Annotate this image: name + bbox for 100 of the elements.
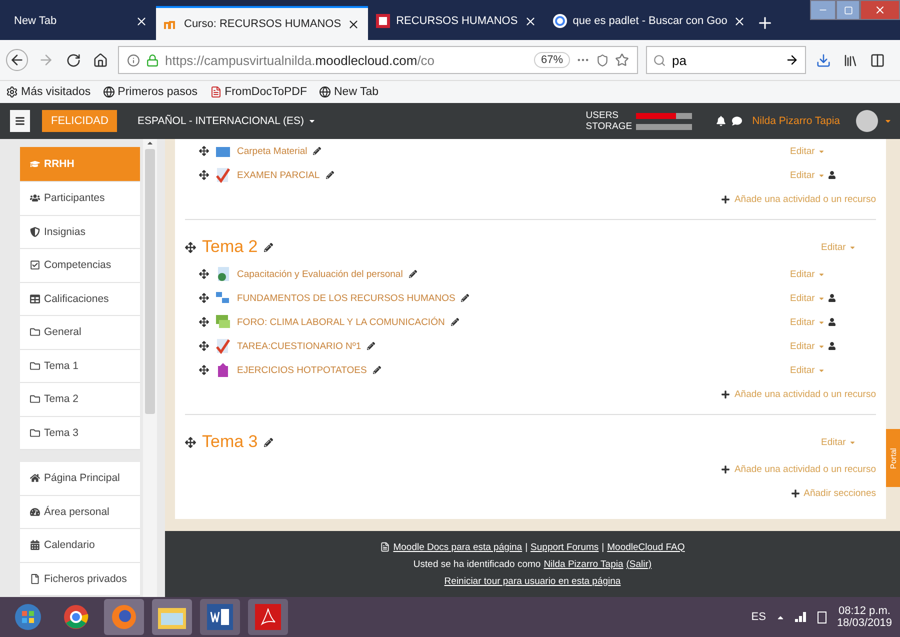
language-menu[interactable]: ESPAÑOL - INTERNACIONAL (ES) bbox=[137, 115, 316, 127]
sidebar-item[interactable]: General bbox=[20, 316, 140, 350]
caret-icon bbox=[818, 148, 825, 154]
separator: | bbox=[525, 542, 528, 552]
sidebar-item[interactable]: Calendario bbox=[20, 529, 140, 562]
pencil-icon[interactable] bbox=[367, 342, 376, 350]
scrollbar[interactable] bbox=[143, 139, 157, 597]
move-icon[interactable] bbox=[199, 269, 209, 279]
folder-icon bbox=[30, 327, 40, 338]
chat-icon[interactable] bbox=[732, 116, 742, 126]
meter-label: USERS bbox=[586, 110, 620, 121]
sidebar-item[interactable]: Tema 3 bbox=[20, 416, 140, 450]
browser-ball-icon bbox=[63, 604, 89, 630]
menu-button[interactable] bbox=[10, 110, 30, 132]
browser-tab[interactable]: Curso: RECURSOS HUMANOS bbox=[156, 6, 368, 40]
pencil-icon[interactable] bbox=[313, 147, 322, 155]
pencil-icon[interactable] bbox=[264, 242, 273, 252]
go-arrow-icon[interactable] bbox=[785, 53, 799, 67]
folder-icon bbox=[158, 605, 186, 629]
folder-button[interactable] bbox=[152, 599, 192, 635]
maximize-icon bbox=[844, 6, 852, 14]
pencil-icon[interactable] bbox=[326, 171, 334, 179]
login-info: Usted se ha identificado como bbox=[413, 558, 541, 570]
lock-icon bbox=[146, 54, 159, 66]
move-icon[interactable] bbox=[199, 170, 209, 180]
caret-icon bbox=[818, 172, 825, 178]
move-icon[interactable] bbox=[185, 242, 196, 252]
footer-link[interactable]: Moodle Docs para esta página bbox=[393, 542, 522, 552]
sidebar-item[interactable]: Calificaciones bbox=[20, 282, 140, 316]
search-field[interactable]: pa bbox=[646, 46, 806, 74]
scroll-up-icon bbox=[146, 139, 154, 147]
move-icon[interactable] bbox=[199, 341, 209, 351]
user-icon bbox=[828, 171, 836, 179]
download-icon bbox=[816, 52, 831, 68]
avatar[interactable] bbox=[856, 110, 878, 132]
pencil-icon[interactable] bbox=[450, 318, 459, 326]
caret-icon bbox=[848, 438, 856, 446]
folder-icon bbox=[30, 428, 40, 438]
pdf-icon bbox=[255, 604, 281, 630]
maximize-button[interactable] bbox=[836, 0, 860, 20]
home-button[interactable] bbox=[91, 50, 110, 70]
pencil-icon[interactable] bbox=[461, 294, 470, 302]
battery-icon[interactable] bbox=[816, 610, 827, 624]
signal-icon[interactable] bbox=[794, 612, 807, 622]
gear-icon bbox=[6, 86, 18, 98]
move-icon[interactable] bbox=[185, 436, 196, 448]
logout-link[interactable]: (Salir) bbox=[626, 558, 652, 570]
bookmark-link[interactable]: New Tab bbox=[319, 86, 379, 98]
meter-label: STORAGE bbox=[586, 121, 632, 132]
sidebar-item[interactable]: Participantes bbox=[20, 182, 140, 216]
close-icon[interactable] bbox=[524, 14, 537, 28]
address-bar[interactable]: https://campusvirtualnilda.moodlecloud.com/co 67% bbox=[118, 46, 638, 74]
bookmark-link[interactable]: FromDocToPDF bbox=[210, 86, 307, 98]
user-icon bbox=[828, 294, 836, 302]
bell-icon[interactable] bbox=[716, 116, 726, 126]
home-icon bbox=[93, 52, 108, 68]
clock-time[interactable]: 08:12 p.m. bbox=[838, 605, 890, 617]
bookmark-link[interactable]: Primeros pasos bbox=[102, 86, 198, 98]
move-icon[interactable] bbox=[199, 146, 209, 156]
folder-icon bbox=[30, 360, 40, 371]
footer-link[interactable]: Support Forums bbox=[530, 542, 599, 552]
close-window-button[interactable] bbox=[860, 0, 900, 20]
pencil-icon[interactable] bbox=[408, 270, 417, 278]
bookmark-star-icon[interactable] bbox=[615, 53, 629, 67]
calendar-icon bbox=[30, 540, 40, 550]
sidebar-item[interactable]: Competencias bbox=[20, 249, 140, 282]
sidebar-item[interactable]: Página Principal bbox=[20, 462, 140, 496]
user-link[interactable]: Nilda Pizarro Tapia bbox=[544, 558, 624, 570]
move-icon[interactable] bbox=[199, 317, 209, 327]
close-icon[interactable] bbox=[135, 14, 148, 28]
pencil-icon[interactable] bbox=[264, 438, 273, 446]
sidebar-item[interactable]: Tema 1 bbox=[20, 350, 140, 383]
move-icon[interactable] bbox=[199, 365, 209, 375]
clock-date[interactable]: 18/03/2019 bbox=[836, 617, 892, 629]
caret-icon bbox=[308, 117, 316, 125]
dashboard-icon bbox=[30, 506, 40, 517]
language-indicator[interactable]: ES bbox=[751, 611, 766, 623]
sidebar-item[interactable]: Área personal bbox=[20, 496, 140, 529]
acrobat-button[interactable] bbox=[248, 599, 288, 635]
footer-link[interactable]: MoodleCloud FAQ bbox=[607, 542, 685, 552]
sidebar-item[interactable]: Tema 2 bbox=[20, 383, 140, 416]
move-icon[interactable] bbox=[199, 293, 209, 303]
caret-icon[interactable] bbox=[884, 117, 892, 125]
word-button[interactable] bbox=[200, 599, 240, 635]
bookmark-link[interactable]: Más visitados bbox=[6, 86, 91, 98]
table-icon bbox=[30, 294, 40, 304]
close-icon[interactable] bbox=[733, 14, 746, 28]
tour-link[interactable]: Reiniciar tour para usuario en esta página bbox=[444, 576, 621, 586]
zoom-level[interactable]: 67% bbox=[534, 52, 570, 68]
user-name[interactable]: Nilda Pizarro Tapia bbox=[752, 115, 840, 127]
reload-icon bbox=[66, 52, 81, 68]
graduation-cap-icon bbox=[30, 159, 40, 169]
sidebar-item[interactable]: Ficheros privados bbox=[20, 562, 140, 596]
pencil-icon[interactable] bbox=[372, 366, 381, 374]
close-icon[interactable] bbox=[347, 18, 360, 30]
sidebar-item[interactable]: Insignias bbox=[20, 216, 140, 249]
back-button[interactable] bbox=[6, 49, 28, 71]
close-icon bbox=[874, 4, 886, 16]
search-icon bbox=[653, 54, 666, 66]
globe-icon bbox=[319, 86, 331, 98]
